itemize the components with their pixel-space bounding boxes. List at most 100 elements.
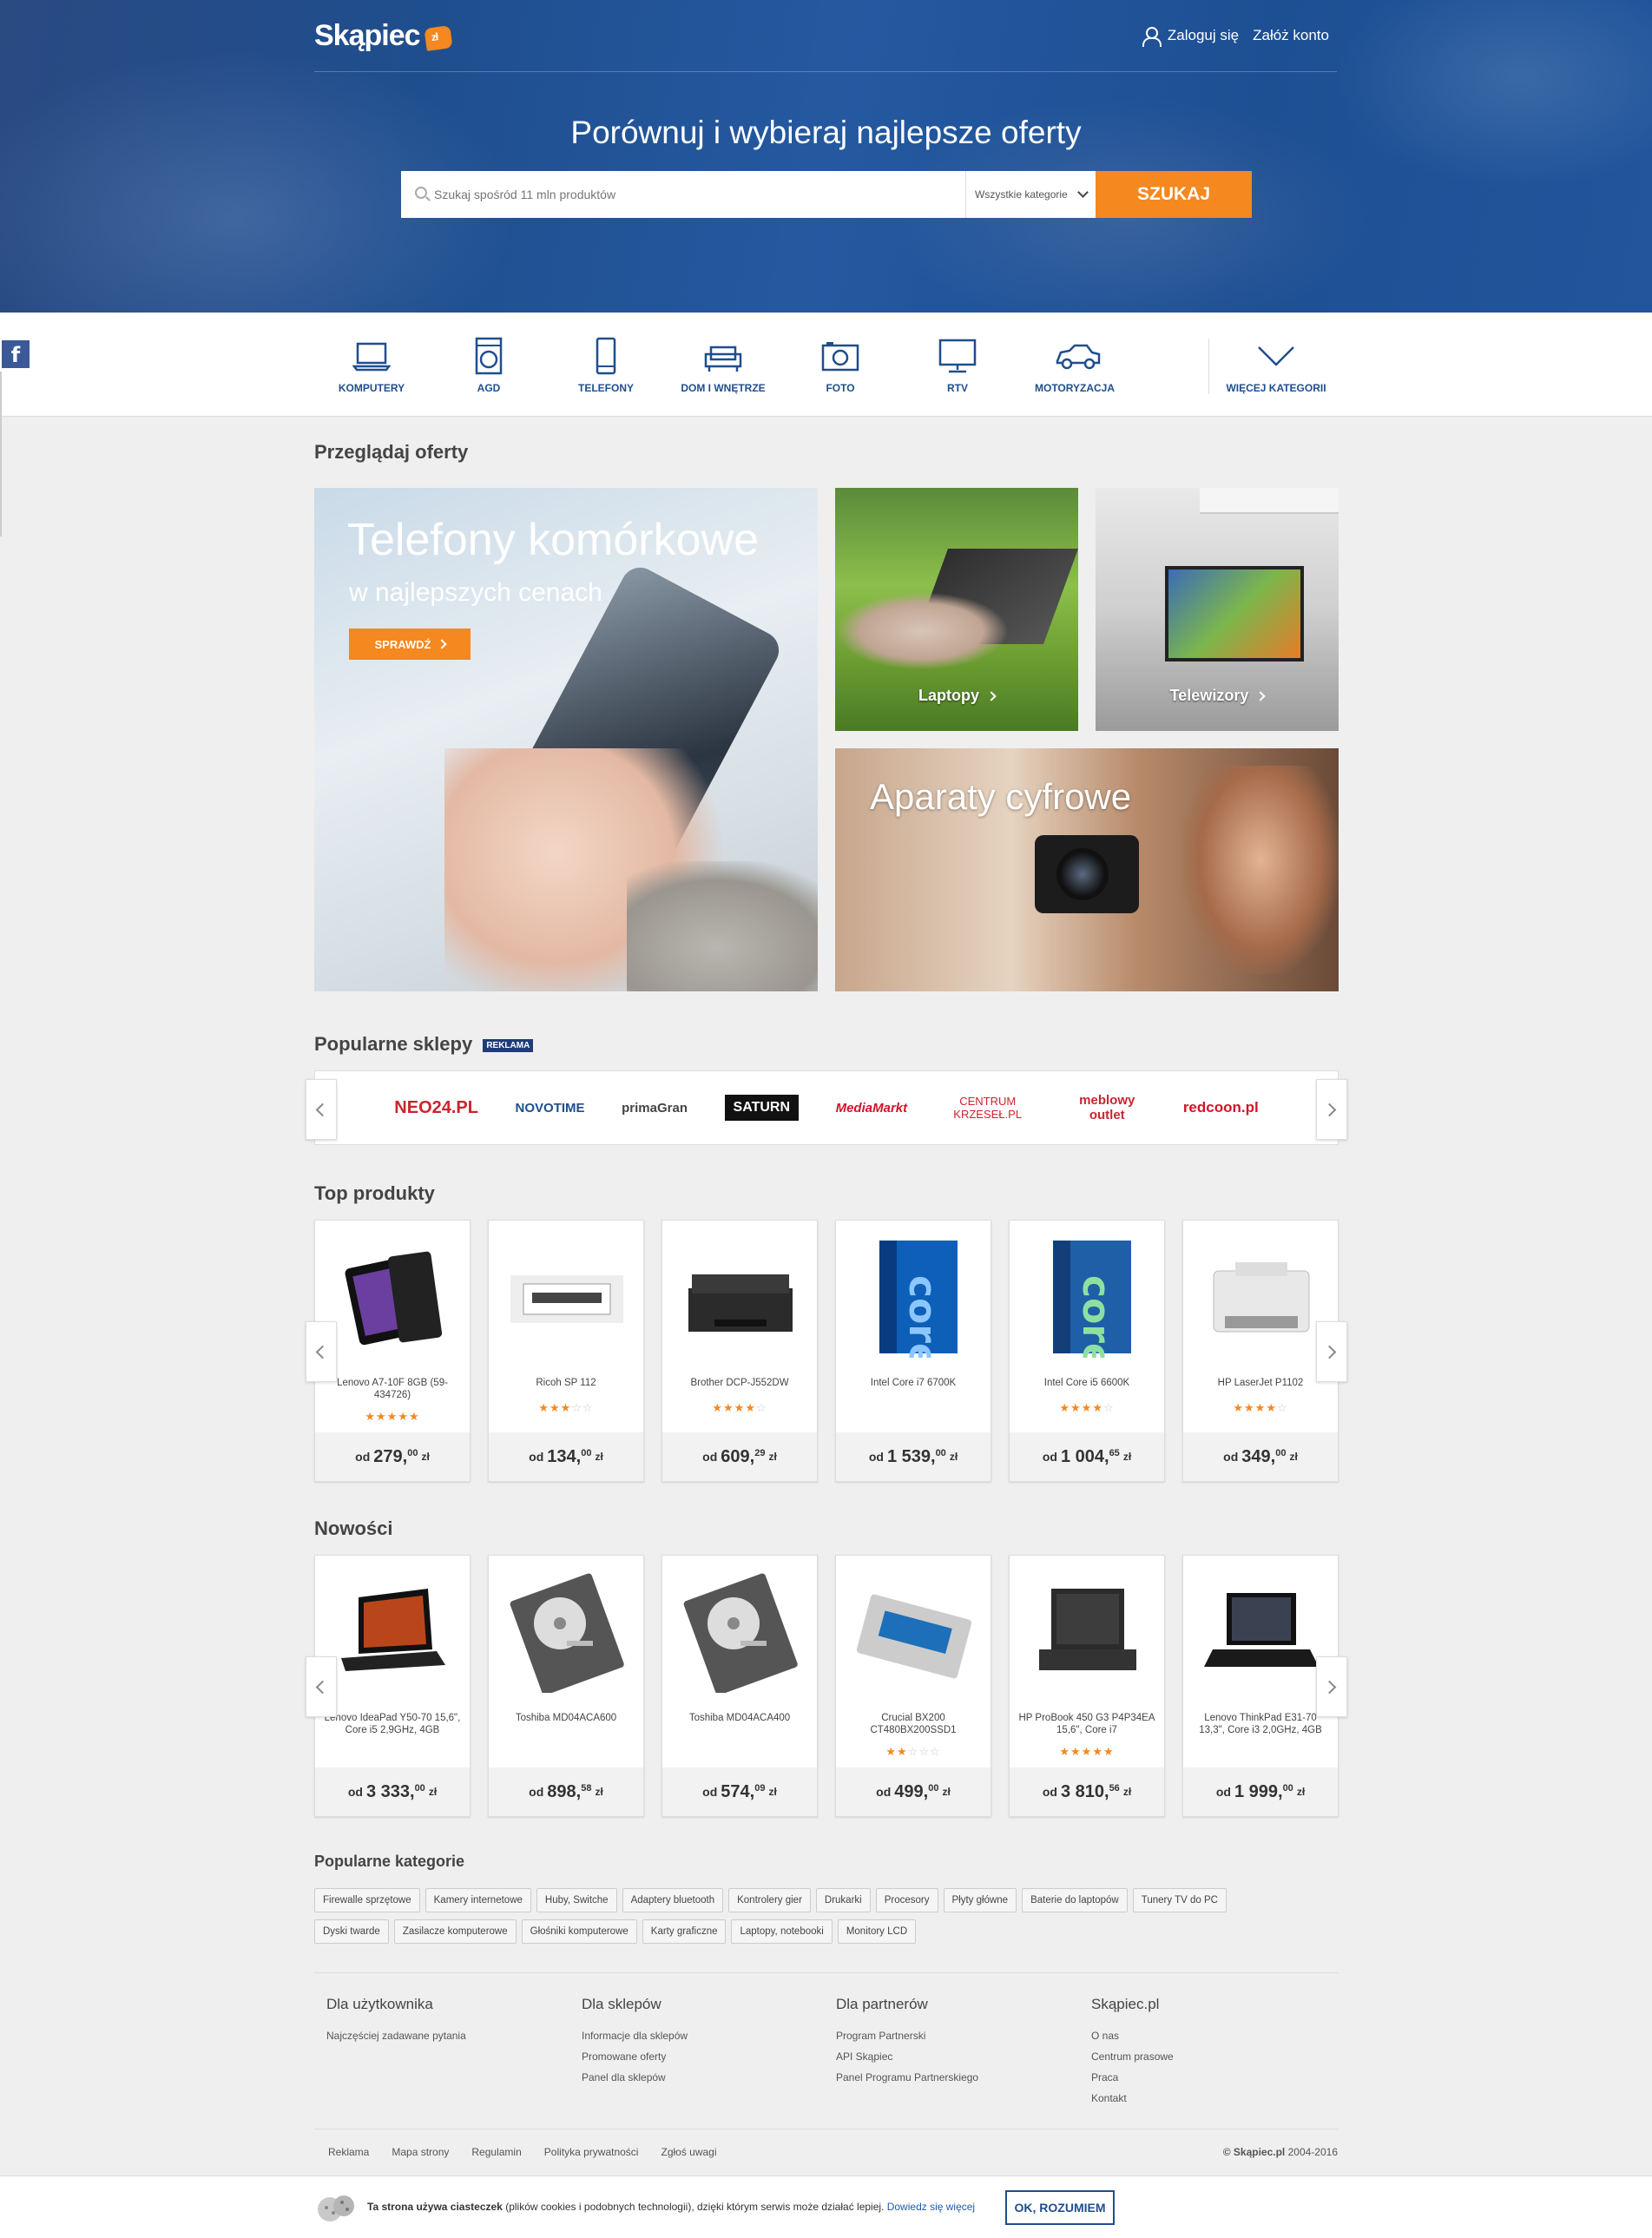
shop-logo[interactable]: primaGran [622, 1101, 688, 1116]
product-card[interactable]: Brother DCP-J552DW ★★★★☆ od 609, 29 zł [661, 1220, 818, 1482]
carousel-next-button[interactable] [1316, 1321, 1347, 1382]
category-rtv[interactable]: RTV [905, 337, 1010, 394]
category-tag[interactable]: Huby, Switche [536, 1888, 617, 1912]
carousel-prev-button[interactable] [306, 1079, 337, 1140]
category-tag[interactable]: Baterie do laptopów [1022, 1888, 1128, 1912]
carousel-next-button[interactable] [1316, 1079, 1347, 1140]
footer-column-title: Dla sklepów [582, 1996, 661, 2012]
more-categories[interactable]: WIĘCEJ KATEGORII [1224, 337, 1328, 394]
category-tag[interactable]: Kontrolery gier [728, 1888, 811, 1912]
product-card[interactable]: core Intel Core i7 6700K od 1 539, 00 zł [835, 1220, 991, 1482]
footer-link[interactable]: Kontakt [1091, 2088, 1343, 2109]
carousel-next-button[interactable] [1316, 1656, 1347, 1717]
footer-link[interactable]: Promowane oferty [582, 2046, 833, 2067]
shop-logo[interactable]: CENTRUM KRZESEŁ.PL [944, 1095, 1031, 1121]
product-card[interactable]: core Intel Core i5 6600K ★★★★☆ od 1 004, 65 zł [1009, 1220, 1165, 1482]
price-decimal: 58 [581, 1783, 592, 1794]
category-foto[interactable]: FOTO [788, 337, 892, 394]
footer-link[interactable]: Panel dla sklepów [582, 2067, 833, 2088]
price-currency: zł [1122, 1786, 1132, 1798]
shop-logo[interactable]: redcoon.pl [1183, 1099, 1259, 1116]
facebook-icon[interactable]: f [0, 339, 31, 370]
site-logo[interactable]: Skąpiec [314, 19, 453, 53]
category-tag[interactable]: Firewalle sprzętowe [314, 1888, 420, 1912]
category-tag[interactable]: Laptopy, notebooki [731, 1919, 833, 1944]
tile-phones[interactable]: Telefony komórkowe w najlepszych cenach … [314, 488, 818, 991]
product-card[interactable]: Toshiba MD04ACA400 od 574, 09 zł [661, 1555, 818, 1817]
cookie-learn-more-link[interactable]: Dowiedz się więcej [887, 2201, 975, 2213]
tile-title: Aparaty cyfrowe [870, 776, 1132, 817]
footer-bottom-link[interactable]: Zgłoś uwagi [661, 2146, 716, 2158]
product-card[interactable]: Toshiba MD04ACA600 od 898, 58 zł [488, 1555, 644, 1817]
carousel-prev-button[interactable] [306, 1656, 337, 1717]
product-image [1027, 1571, 1149, 1693]
tile-tvs[interactable]: Telewizory [1096, 488, 1339, 731]
footer-column: Dla sklepów Informacje dla sklepów Promowa… [582, 1996, 833, 2088]
product-card[interactable]: HP LaserJet P1102 ★★★★☆ od 349, 00 zł [1182, 1220, 1339, 1482]
product-card[interactable]: HP ProBook 450 G3 P4P34EA 15,6", Core i7… [1009, 1555, 1165, 1817]
price-value: 499, [894, 1781, 929, 1801]
category-select[interactable]: Wszystkie kategorie [965, 171, 1096, 218]
logo-badge-icon [423, 24, 453, 51]
footer-link[interactable]: O nas [1091, 2025, 1343, 2046]
category-tag[interactable]: Płyty główne [943, 1888, 1017, 1912]
product-card[interactable]: Lenovo ThinkPad E31-70 13,3", Core i3 2,… [1182, 1555, 1339, 1817]
category-tag[interactable]: Głośniki komputerowe [521, 1919, 637, 1944]
category-dom[interactable]: DOM I WNĘTRZE [671, 337, 775, 394]
category-tag[interactable]: Kamery internetowe [425, 1888, 531, 1912]
product-card[interactable]: Lenovo A7-10F 8GB (59-434726) ★★★★★ od 279,… [314, 1220, 471, 1482]
product-card[interactable]: Ricoh SP 112 ★★★☆☆ od 134, 00 zł [488, 1220, 644, 1482]
footer-link[interactable]: Panel Programu Partnerskiego [836, 2067, 1088, 2088]
footer-bottom-link[interactable]: Regulamin [471, 2146, 521, 2158]
search-button[interactable]: SZUKAJ [1096, 171, 1252, 218]
product-card[interactable]: Crucial BX200 CT480BX200SSD1 ★★☆☆☆ od 499, 0… [835, 1555, 991, 1817]
footer-link[interactable]: Centrum prasowe [1091, 2046, 1343, 2067]
category-tag[interactable]: Adaptery bluetooth [622, 1888, 724, 1912]
category-label: FOTO [826, 382, 855, 394]
price-decimal: 29 [754, 1448, 766, 1458]
footer-bottom-link[interactable]: Mapa strony [392, 2146, 449, 2158]
category-motoryzacja[interactable]: MOTORYZACJA [1023, 337, 1127, 394]
shop-logo[interactable]: MediaMarkt [836, 1101, 908, 1116]
category-agd[interactable]: AGD [437, 337, 541, 394]
price-value: 898, [547, 1781, 582, 1801]
cookie-icon [314, 2192, 354, 2223]
footer-bottom-link[interactable]: Polityka prywatności [544, 2146, 639, 2158]
shop-logo[interactable]: SATURN [724, 1095, 800, 1121]
product-image: core [1027, 1236, 1149, 1369]
category-tag[interactable]: Procesory [875, 1888, 938, 1912]
product-card[interactable]: Lenovo IdeaPad Y50-70 15,6", Core i5 2,9… [314, 1555, 471, 1817]
category-tag[interactable]: Karty graficzne [642, 1919, 727, 1944]
check-button[interactable]: SPRAWDŹ [349, 629, 471, 660]
footer-link[interactable]: Program Partnerski [836, 2025, 1088, 2046]
footer-bottom-link[interactable]: Reklama [328, 2146, 369, 2158]
shop-logo[interactable]: NEO24.PL [394, 1098, 478, 1118]
category-komputery[interactable]: KOMPUTERY [319, 337, 424, 394]
product-price: od 3 333, 00 zł [315, 1767, 470, 1816]
footer-link[interactable]: Informacje dla sklepów [582, 2025, 833, 2046]
category-tag[interactable]: Tunery TV do PC [1132, 1888, 1227, 1912]
category-telefony[interactable]: TELEFONY [554, 337, 658, 394]
footer-bottom-links: Reklama Mapa strony Regulamin Polityka pryw… [328, 2146, 717, 2158]
category-tag[interactable]: Monitory LCD [837, 1919, 917, 1944]
category-tag[interactable]: Drukarki [815, 1888, 871, 1912]
footer-link[interactable]: Praca [1091, 2067, 1343, 2088]
carousel-prev-button[interactable] [306, 1321, 337, 1382]
footer-link[interactable]: API Skąpiec [836, 2046, 1088, 2067]
cookie-accept-button[interactable]: OK, ROZUMIEM [1005, 2190, 1115, 2225]
search-input[interactable] [401, 171, 965, 218]
category-tag[interactable]: Dyski twarde [314, 1919, 389, 1944]
category-tag[interactable]: Zasilacze komputerowe [393, 1919, 517, 1944]
register-link[interactable]: Załóż konto [1253, 27, 1329, 44]
divider [1208, 339, 1209, 394]
price-prefix: od [868, 1450, 884, 1464]
footer-column-title: Dla partnerów [836, 1996, 928, 2012]
tile-laptops[interactable]: Laptopy [835, 488, 1078, 731]
tile-cameras[interactable]: Aparaty cyfrowe [835, 748, 1339, 991]
search-bar: Wszystkie kategorie SZUKAJ [401, 171, 1252, 218]
login-link[interactable]: Zaloguj się [1168, 27, 1239, 44]
footer-link[interactable]: Najczęściej zadawane pytania [326, 2025, 578, 2046]
product-name: Brother DCP-J552DW [690, 1378, 789, 1388]
shop-logo[interactable]: NOVOTIME [516, 1101, 585, 1116]
shop-logo[interactable]: meblowy outlet [1068, 1093, 1146, 1122]
